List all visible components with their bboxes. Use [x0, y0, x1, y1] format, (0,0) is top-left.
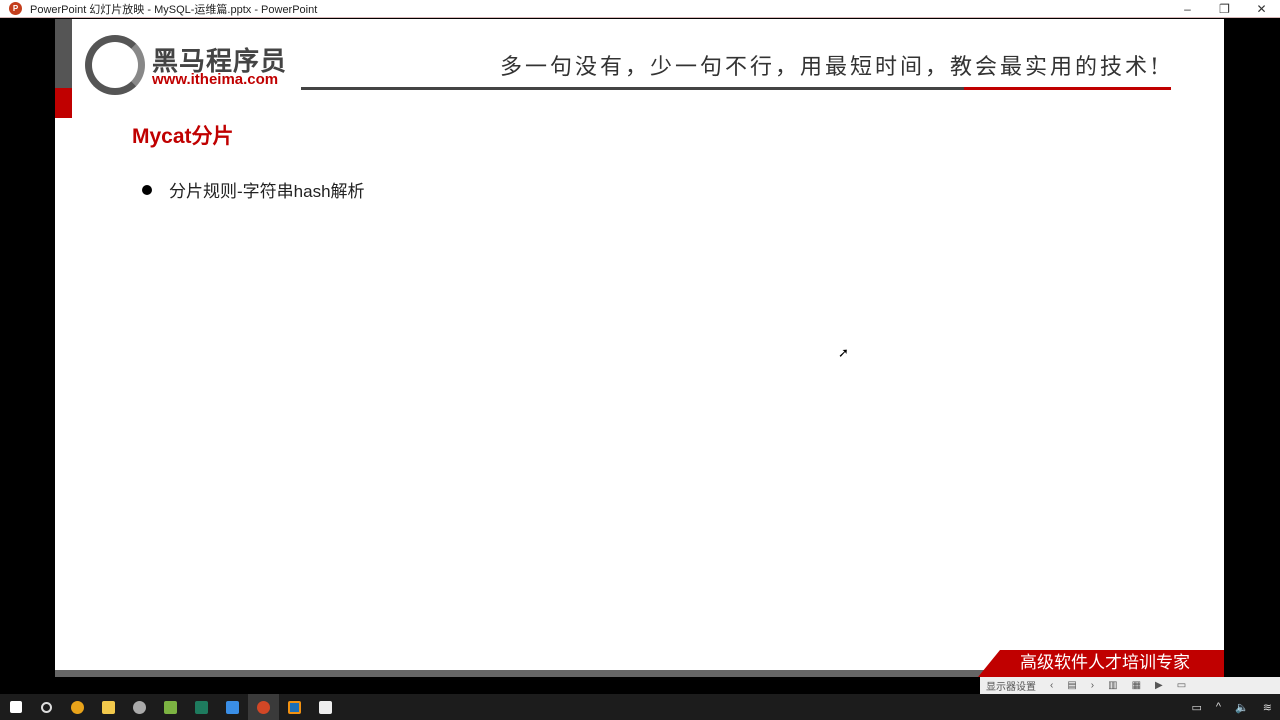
datagrip-button[interactable] [186, 694, 217, 720]
notepad-icon [164, 700, 177, 714]
app-button[interactable] [124, 694, 155, 720]
bullet-dot-icon [142, 184, 152, 195]
keyboard-icon[interactable]: ▭ [1192, 701, 1202, 714]
header-divider [301, 87, 964, 90]
bullet-item: 分片规则-字符串hash解析 [142, 177, 365, 202]
bullet-text: 分片规则-字符串hash解析 [169, 182, 365, 201]
remote-desktop-icon [226, 700, 239, 714]
explorer-button[interactable] [93, 694, 124, 720]
taskbar: ▭ ^ 🔈 ≋ [0, 694, 1280, 720]
display-settings-button[interactable]: 显示器设置 [986, 678, 1036, 693]
start-button[interactable] [0, 694, 31, 720]
remote-button[interactable] [217, 694, 248, 720]
powerpoint-icon [257, 700, 270, 714]
sorter-view-icon[interactable]: ▦ [1132, 680, 1141, 691]
typora-button[interactable] [310, 694, 341, 720]
chevron-up-icon[interactable]: ^ [1216, 701, 1221, 713]
slide-heading: Mycat分片 [132, 125, 234, 148]
slogan: 多一句没有，少一句不行，用最短时间，教会最实用的技术! [500, 55, 1162, 80]
title-bar: P PowerPoint 幻灯片放映 - MySQL-运维篇.pptx - Po… [0, 0, 1280, 18]
windows-icon [9, 701, 22, 713]
slideshow-view-icon[interactable]: ▭ [1177, 680, 1186, 691]
app-icon [133, 700, 146, 714]
window-title: PowerPoint 幻灯片放映 - MySQL-运维篇.pptx - Powe… [30, 3, 318, 16]
header-divider-red [964, 87, 1171, 90]
slide[interactable]: 黑马程序员 www.itheima.com 多一句没有，少一句不行，用最短时间，… [55, 19, 1224, 677]
vm-icon [288, 700, 301, 714]
search-button[interactable] [31, 694, 62, 720]
accent-bar-red [55, 88, 72, 118]
slideshow-toolbar: 显示器设置 ‹ ▤ › ▥ ▦ ▶ ▭ [980, 677, 1280, 694]
accent-bar-gray [55, 19, 72, 88]
mouse-cursor-icon: ➚ [838, 345, 849, 360]
minimize-button[interactable]: – [1169, 0, 1206, 18]
notepad-button[interactable] [155, 694, 186, 720]
search-icon [41, 701, 52, 713]
datagrip-icon [195, 700, 208, 714]
reading-view-icon[interactable]: ▶ [1155, 680, 1163, 691]
powerpoint-icon: P [9, 2, 22, 15]
powerpoint-taskbar-button[interactable] [248, 694, 279, 720]
close-button[interactable]: ✕ [1243, 0, 1280, 18]
slide-sorter-icon[interactable]: ▤ [1067, 680, 1076, 691]
chrome-icon [71, 700, 84, 714]
folder-icon [102, 700, 115, 714]
typora-icon [319, 700, 332, 714]
maximize-button[interactable]: ❐ [1206, 0, 1243, 18]
system-tray: ▭ ^ 🔈 ≋ [1192, 694, 1273, 720]
vm-button[interactable] [279, 694, 310, 720]
normal-view-icon[interactable]: ▥ [1108, 680, 1117, 691]
wifi-icon[interactable]: ≋ [1263, 701, 1272, 714]
next-slide-button[interactable]: › [1091, 680, 1094, 691]
prev-slide-button[interactable]: ‹ [1050, 680, 1053, 691]
chrome-button[interactable] [62, 694, 93, 720]
horse-logo-icon [85, 35, 145, 95]
volume-icon[interactable]: 🔈 [1235, 701, 1249, 714]
brand-url: www.itheima.com [152, 71, 279, 88]
footer-banner: 高级软件人才培训专家 [978, 650, 1224, 677]
